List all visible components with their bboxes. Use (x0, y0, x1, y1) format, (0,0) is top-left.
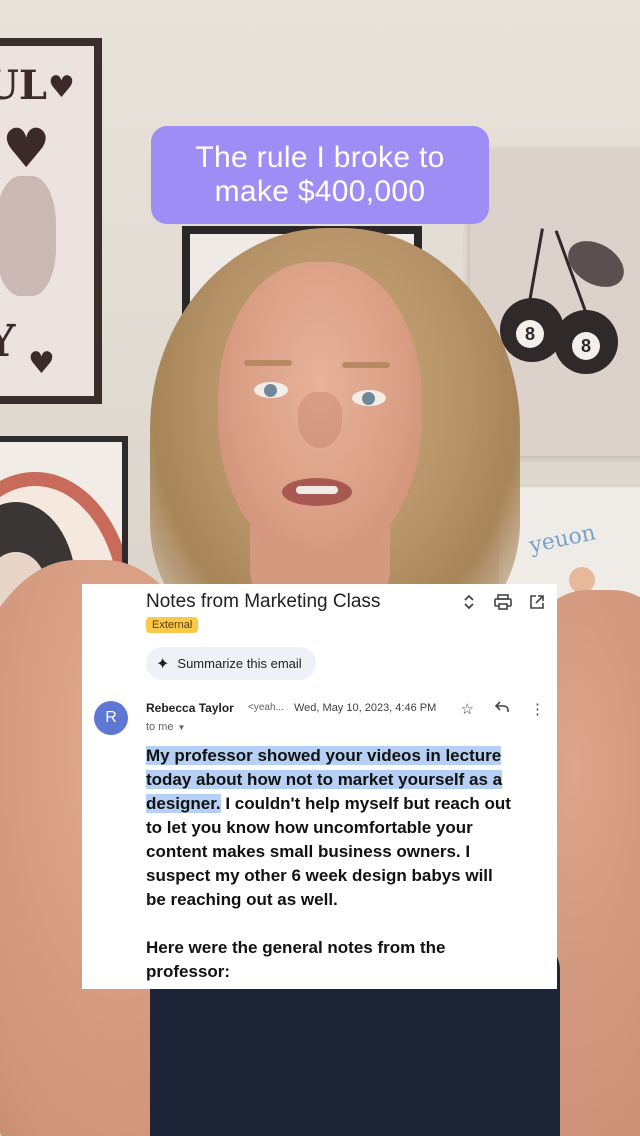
sparkle-icon: ✦ (156, 655, 170, 673)
card-letters: UL (0, 62, 48, 109)
card-figure (0, 176, 56, 296)
heart-icon: ♥ (48, 70, 75, 105)
mouth (282, 478, 352, 506)
email-date: Wed, May 10, 2023, 4:46 PM (294, 702, 437, 714)
notes-line-1: Here were the general notes from the (146, 938, 446, 957)
email-screenshot: Notes from Marketing Class External ✦ Su… (82, 584, 557, 989)
heart-icon: ♥ (28, 346, 55, 381)
recipient-line[interactable]: to me ▼ (146, 721, 185, 733)
sender-email: <yeah... (248, 702, 284, 713)
open-in-new-icon[interactable] (527, 592, 547, 612)
body-line-4: to let you know how uncomfortable your (146, 818, 473, 837)
eye (254, 382, 288, 398)
body-highlight-line-3: designer. (146, 794, 221, 813)
recipient-label: to me (146, 721, 174, 733)
email-subject: Notes from Marketing Class (146, 591, 381, 612)
heart-icon: ♥ (2, 116, 51, 180)
print-icon[interactable] (493, 592, 513, 612)
eyebrow (342, 362, 390, 368)
star-icon[interactable]: ☆ (461, 700, 474, 718)
nose (298, 392, 342, 448)
sender-name: Rebecca Taylor (146, 701, 234, 715)
unfold-icon[interactable] (459, 592, 479, 612)
caption-line-1: The rule I broke to (195, 141, 445, 174)
body-highlight-line-1: My professor showed your videos in lectu… (146, 746, 502, 765)
email-body: My professor showed your videos in lectu… (146, 744, 551, 984)
body-line-7: be reaching out as well. (146, 890, 338, 909)
card-letter: Y (0, 316, 15, 367)
body-line-3-rest: I couldn't help myself but reach out (220, 794, 511, 813)
body-line-5: content makes small business owners. I (146, 842, 471, 861)
eye (352, 390, 386, 406)
reply-icon[interactable] (494, 700, 510, 718)
eyebrow (244, 360, 292, 366)
email-header-actions (459, 592, 547, 612)
avatar[interactable]: R (94, 701, 128, 735)
caption-line-2: make $400,000 (214, 175, 426, 208)
external-badge: External (146, 617, 199, 633)
more-vert-icon[interactable]: ⋮ (530, 700, 545, 718)
body-line-6: suspect my other 6 week design babys wil… (146, 866, 493, 885)
summarize-label: Summarize this email (177, 656, 302, 671)
notes-line-2: professor: (146, 962, 231, 981)
summarize-button[interactable]: ✦ Summarize this email (146, 647, 316, 680)
email-row-actions: ☆ ⋮ (461, 700, 545, 718)
body-highlight-line-2: today about how not to market yourself a… (146, 770, 503, 789)
video-caption: The rule I broke to make $400,000 (151, 126, 489, 224)
chevron-down-icon[interactable]: ▼ (178, 723, 186, 732)
wall-art-playing-card: UL ♥ ♥ Y ♥ (0, 38, 102, 404)
